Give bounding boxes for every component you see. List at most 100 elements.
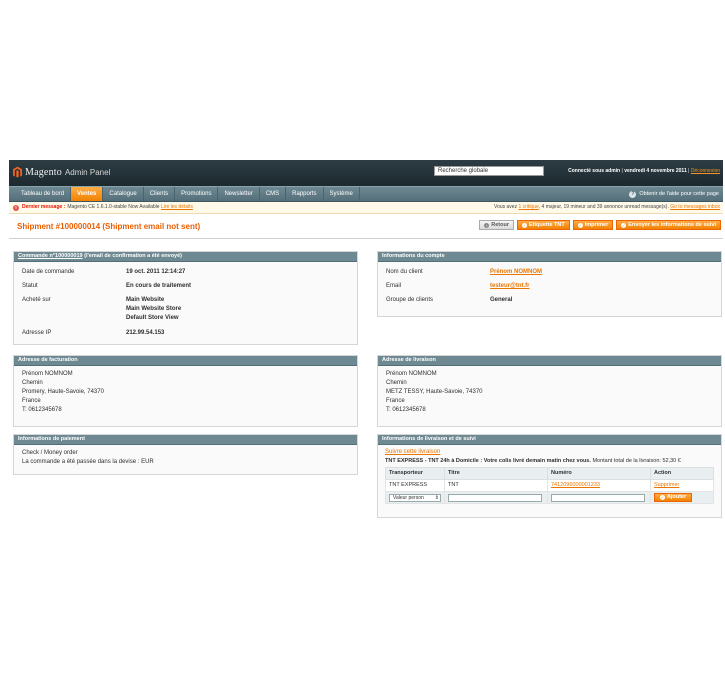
messages-inbox-link[interactable]: Go to messages inbox — [670, 204, 720, 210]
order-status-value: En cours de traitement — [126, 283, 192, 289]
help-icon: ? — [629, 190, 637, 198]
tracking-table: Transporteur Titre Numéro Action TNT EXP… — [385, 467, 714, 504]
main-nav: Tableau de bord Ventes Catalogue Clients… — [9, 186, 723, 202]
customer-name-row: Nom du client Prénom NOMNOM — [386, 268, 713, 277]
ip-value: 212.99.54.153 — [126, 330, 165, 336]
nav-item-newsletter[interactable]: Newsletter — [218, 187, 260, 201]
messages-summary-prefix: Vous avez — [494, 204, 518, 210]
shipping-street: Chemin — [386, 380, 407, 386]
customer-group-label: Groupe de clients — [386, 297, 434, 303]
critical-count: 1 — [518, 204, 522, 210]
billing-city: Promery, Haute-Savoie, 74370 — [22, 389, 104, 395]
magento-logo[interactable]: Magento Admin Panel — [13, 166, 110, 178]
purchased-from-row: Acheté sur Main Website Main Website Sto… — [22, 296, 349, 323]
order-status-row: Statut En cours de traitement — [22, 282, 349, 291]
col-carrier: Transporteur — [385, 467, 445, 480]
shipping-tracking-header: Informations de livraison et de suivi — [378, 435, 721, 445]
read-details-link[interactable]: Lire les détails — [161, 202, 193, 213]
warning-icon: ! — [13, 204, 19, 211]
carrier-select[interactable]: Valeur person — [389, 493, 441, 502]
tracking-title-input[interactable] — [448, 493, 542, 502]
customer-name-label: Nom du client — [386, 269, 423, 275]
order-date-value: 19 oct. 2011 12:14:27 — [126, 269, 186, 275]
billing-address-header: Adresse de facturation — [14, 356, 357, 366]
nav-item-reports[interactable]: Rapports — [286, 187, 324, 201]
track-carrier: TNT EXPRESS — [385, 479, 445, 492]
payment-currency: La commande a été passée dans la devise … — [22, 459, 154, 465]
username: admin — [605, 168, 621, 174]
nav-item-dashboard[interactable]: Tableau de bord — [15, 187, 72, 201]
billing-address-box: Adresse de facturation Prénom NOMNOM Che… — [13, 355, 358, 427]
check-icon: ✓ — [577, 222, 583, 228]
col-title: Titre — [444, 467, 548, 480]
tracking-number-link[interactable]: 7412096000001233 — [551, 482, 600, 488]
print-button-label: Imprimer — [584, 222, 609, 228]
billing-name: Prénom NOMNOM — [22, 371, 73, 377]
nav-item-system[interactable]: Système — [324, 187, 360, 201]
order-info-header: Commande n°100000019 (l'email de confirm… — [14, 252, 357, 262]
account-info-header: Informations du compte — [378, 252, 721, 262]
payment-method: Check / Money order — [22, 450, 78, 456]
page-header: Shipment #100000014 (Shipment email not … — [9, 214, 723, 239]
send-tracking-button[interactable]: ✓ Envoyer les informations de suivi — [616, 220, 721, 230]
header-date: vendredi 4 novembre 2011 — [624, 168, 687, 174]
add-tracking-row: Valeur person ✓Ajouter — [385, 491, 714, 504]
col-action: Action — [650, 467, 714, 480]
back-button[interactable]: ‹ Retour — [479, 220, 514, 230]
delete-tracking-link[interactable]: Supprimer — [654, 482, 679, 488]
nav-item-customers[interactable]: Clients — [144, 187, 176, 201]
system-message-bar: ! Dernier message : Magento CE 1.6.1.0-s… — [9, 202, 723, 214]
global-search-input[interactable]: Recherche globale — [434, 166, 544, 176]
print-button[interactable]: ✓ Imprimer — [572, 220, 614, 230]
nav-item-sales[interactable]: Ventes — [71, 187, 104, 201]
payment-info-box: Informations de paiement Check / Money o… — [13, 434, 358, 475]
add-tracking-button[interactable]: ✓ Ajouter — [654, 493, 692, 502]
add-tracking-button-label: Ajouter — [666, 494, 687, 500]
order-date-label: Date de commande — [22, 269, 75, 275]
order-email-status: (l'email de confirmation a été envoyé) — [84, 253, 183, 259]
check-icon: ✓ — [659, 495, 665, 500]
ip-label: Adresse IP — [22, 330, 52, 336]
order-number-link[interactable]: Commande n°100000019 — [18, 253, 83, 259]
back-button-label: Retour — [491, 222, 509, 228]
customer-name-link[interactable]: Prénom NOMNOM — [490, 269, 542, 275]
tnt-label-button[interactable]: ✓ Etiquette TNT — [516, 220, 570, 230]
order-date-row: Date de commande 19 oct. 2011 12:14:27 — [22, 268, 349, 277]
account-info-box: Informations du compte Nom du client Prén… — [377, 251, 722, 317]
last-message-text: Magento CE 1.6.1.0-stable Now Available — [67, 204, 160, 210]
tracking-number-input[interactable] — [551, 493, 645, 502]
purchased-from-label: Acheté sur — [22, 297, 51, 303]
header-user-info: Connecté sous admin | vendredi 4 novembr… — [568, 168, 720, 174]
page-title: Shipment #100000014 (Shipment email not … — [17, 222, 201, 231]
nav-item-catalog[interactable]: Catalogue — [103, 187, 144, 201]
page-actions: ‹ Retour ✓ Etiquette TNT ✓ Imprimer ✓ Envoye… — [479, 220, 721, 230]
table-row: TNT EXPRESS TNT 7412096000001233 Supprim… — [385, 479, 714, 492]
billing-country: France — [22, 398, 41, 404]
order-status-label: Statut — [22, 283, 38, 289]
nav-item-promotions[interactable]: Promotions — [175, 187, 219, 201]
critical-word: critique — [522, 204, 539, 210]
nav-item-cms[interactable]: CMS — [260, 187, 287, 201]
critical-messages-link[interactable]: 1 critique — [518, 204, 538, 210]
billing-street: Chemin — [22, 380, 43, 386]
messages-summary-rest: , 4 majeur, 19 mineur and 39 annonce unr… — [538, 204, 669, 210]
back-arrow-icon: ‹ — [484, 222, 490, 228]
help-link[interactable]: ? Obtenir de l'aide pour cette page — [629, 187, 719, 201]
order-info-box: Commande n°100000019 (l'email de confirm… — [13, 251, 358, 345]
last-message-label: Dernier message : — [22, 204, 66, 210]
admin-header: Magento Admin Panel Recherche globale Co… — [9, 160, 723, 186]
magento-logo-icon — [13, 166, 22, 178]
check-icon: ✓ — [621, 222, 627, 228]
payment-info-header: Informations de paiement — [14, 435, 357, 445]
logout-link[interactable]: Déconnexion — [691, 168, 720, 174]
shipping-method: TNT EXPRESS - TNT 24h à Domicile : Votre… — [385, 458, 591, 464]
customer-email-row: Email testeur@tnt.fr — [386, 282, 713, 291]
shipping-name: Prénom NOMNOM — [386, 371, 437, 377]
send-tracking-button-label: Envoyer les informations de suivi — [628, 222, 716, 228]
logo-text: Magento — [25, 166, 62, 178]
customer-email-link[interactable]: testeur@tnt.fr — [490, 283, 530, 289]
check-icon: ✓ — [521, 222, 527, 228]
track-shipment-link[interactable]: Suivre cette livraison — [385, 449, 440, 455]
shipping-tracking-box: Informations de livraison et de suivi Su… — [377, 434, 722, 518]
billing-phone: T: 0612345678 — [22, 407, 62, 413]
